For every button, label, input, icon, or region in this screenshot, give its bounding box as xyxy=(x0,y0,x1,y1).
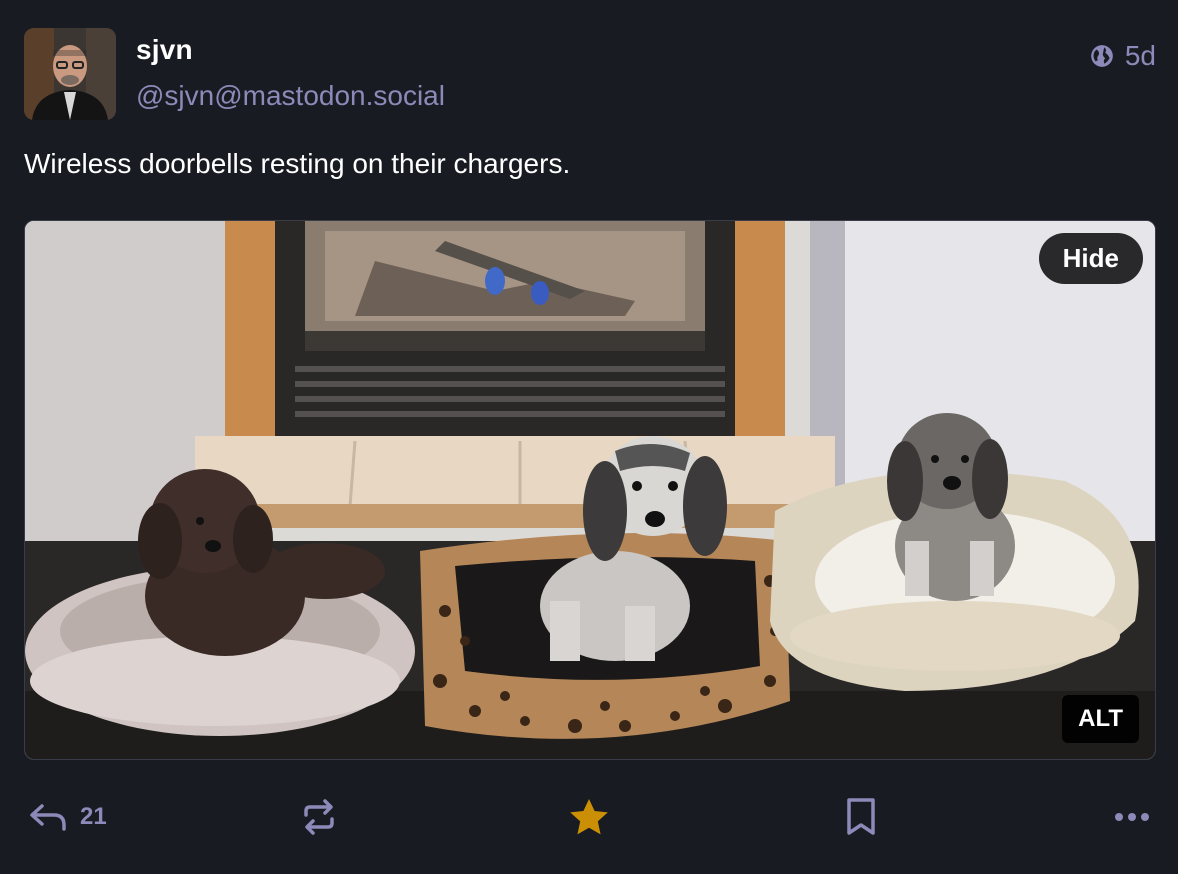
status-action-bar: 21 xyxy=(0,790,1178,844)
boost-button[interactable] xyxy=(300,790,338,844)
status-age[interactable]: 5d xyxy=(1125,40,1156,72)
status-meta: 5d xyxy=(1089,40,1156,72)
boost-icon xyxy=(304,799,334,835)
reply-count: 21 xyxy=(80,803,107,830)
alt-text-badge[interactable]: ALT xyxy=(1062,695,1139,743)
favourite-button[interactable] xyxy=(568,790,610,844)
author-handle[interactable]: @sjvn@mastodon.social xyxy=(136,80,445,112)
avatar[interactable] xyxy=(24,28,116,120)
status-card: sjvn @sjvn@mastodon.social 5d Wireless d… xyxy=(0,0,1178,874)
star-icon xyxy=(570,799,608,835)
bookmark-button[interactable] xyxy=(844,790,878,844)
reply-button[interactable]: 21 xyxy=(28,790,107,844)
hide-media-button[interactable]: Hide xyxy=(1038,233,1143,284)
dogs-photo xyxy=(25,221,1155,759)
status-content: Wireless doorbells resting on their char… xyxy=(24,148,571,179)
author-display-name[interactable]: sjvn xyxy=(136,34,193,66)
bookmark-icon xyxy=(847,798,875,835)
media-attachment[interactable]: Hide ALT xyxy=(24,220,1156,760)
reply-icon xyxy=(30,804,66,831)
globe-icon xyxy=(1091,45,1113,67)
more-button[interactable] xyxy=(1112,790,1152,844)
more-icon xyxy=(1115,813,1149,821)
